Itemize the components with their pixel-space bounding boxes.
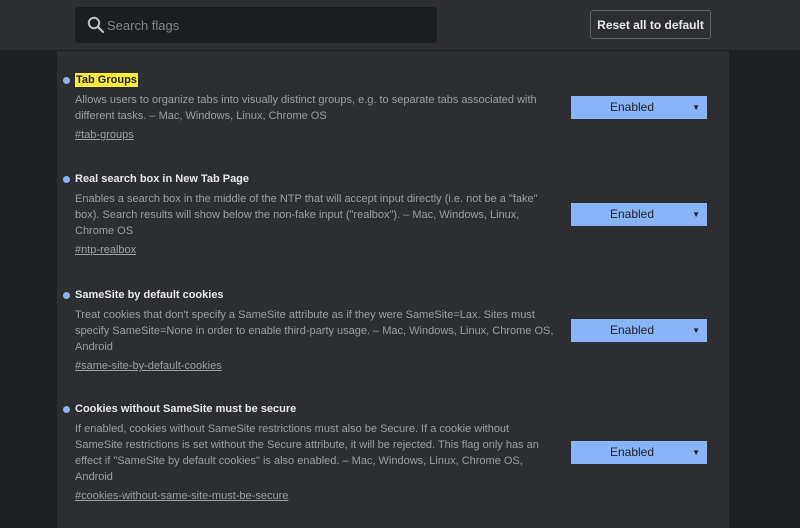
- flag-link[interactable]: #tab-groups: [75, 128, 134, 142]
- select-value: Enabled: [609, 445, 655, 459]
- reset-all-button[interactable]: Reset all to default: [590, 10, 711, 39]
- flag-state-select[interactable]: Enabled ▼: [571, 319, 707, 342]
- flag-bullet: [63, 406, 70, 413]
- flag-description: Enables a search box in the middle of th…: [75, 193, 538, 237]
- flag-link[interactable]: #same-site-by-default-cookies: [75, 359, 222, 373]
- flag-title: SameSite by default cookies: [75, 289, 224, 301]
- flag-link[interactable]: #cookies-without-same-site-must-be-secur…: [75, 489, 288, 503]
- flag-bullet: [63, 176, 70, 183]
- flag-description: Treat cookies that don't specify a SameS…: [75, 309, 554, 353]
- flag-description: Allows users to organize tabs into visua…: [75, 94, 537, 122]
- select-value: Enabled: [609, 207, 655, 221]
- chevron-down-icon: ▼: [692, 103, 700, 112]
- chevron-down-icon: ▼: [692, 448, 700, 457]
- flag-state-select[interactable]: Enabled ▼: [571, 441, 707, 464]
- flag-state-select[interactable]: Enabled ▼: [571, 96, 707, 119]
- flag-bullet: [63, 292, 70, 299]
- flag-description: If enabled, cookies without SameSite res…: [75, 423, 539, 483]
- select-value: Enabled: [609, 323, 655, 337]
- search-input[interactable]: [107, 7, 427, 43]
- flag-link[interactable]: #ntp-realbox: [75, 243, 136, 257]
- chevron-down-icon: ▼: [692, 210, 700, 219]
- search-box[interactable]: [75, 7, 437, 43]
- select-value: Enabled: [609, 100, 655, 114]
- flag-state-select[interactable]: Enabled ▼: [571, 203, 707, 226]
- flags-list: Tab Groups Allows users to organize tabs…: [57, 51, 729, 528]
- flag-title: Tab Groups: [75, 73, 138, 87]
- flag-title: Real search box in New Tab Page: [75, 173, 250, 185]
- search-icon: [87, 16, 105, 34]
- flag-title: Cookies without SameSite must be secure: [75, 403, 297, 415]
- chevron-down-icon: ▼: [692, 326, 700, 335]
- top-bar: Reset all to default: [0, 0, 800, 51]
- flag-bullet: [63, 77, 70, 84]
